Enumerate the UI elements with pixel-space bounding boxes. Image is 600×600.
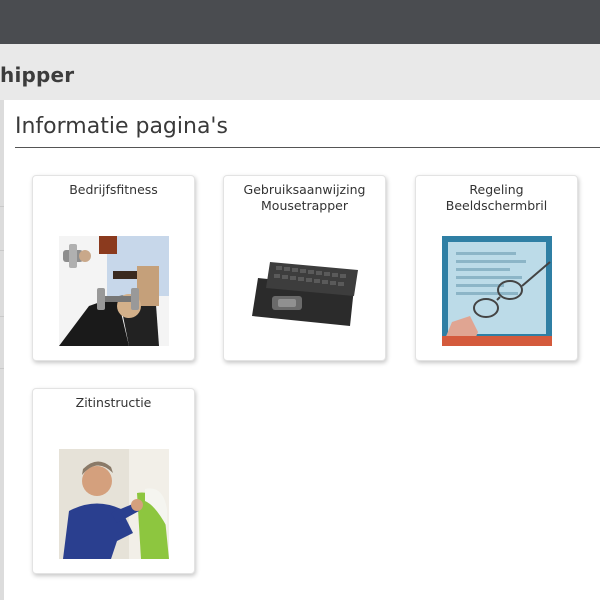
app-title: hipper (0, 63, 75, 87)
info-card-bedrijfsfitness[interactable]: Bedrijfsfitness (32, 175, 195, 361)
info-card-mousetrapper[interactable]: Gebruiksaanwijzing Mousetrapper (223, 175, 386, 361)
card-label: Zitinstructie (75, 395, 152, 410)
info-card-beeldschermbril[interactable]: Regeling Beeldschermbril (415, 175, 578, 361)
content-panel: Informatie pagina's Bedrijfsfitness Gebr… (4, 100, 600, 600)
title-divider (15, 147, 600, 148)
keyboard-photo (250, 236, 360, 346)
fitness-photo (59, 236, 169, 346)
card-label: Gebruiksaanwijzing Mousetrapper (243, 182, 366, 213)
glasses-photo (442, 236, 552, 346)
card-label: Bedrijfsfitness (69, 182, 158, 197)
info-card-zitinstructie[interactable]: Zitinstructie (32, 388, 195, 574)
seating-photo (59, 449, 169, 559)
card-label: Regeling Beeldschermbril (445, 182, 548, 213)
page-title: Informatie pagina's (15, 114, 228, 139)
top-bar (0, 0, 600, 44)
page-header: hipper (0, 44, 600, 100)
